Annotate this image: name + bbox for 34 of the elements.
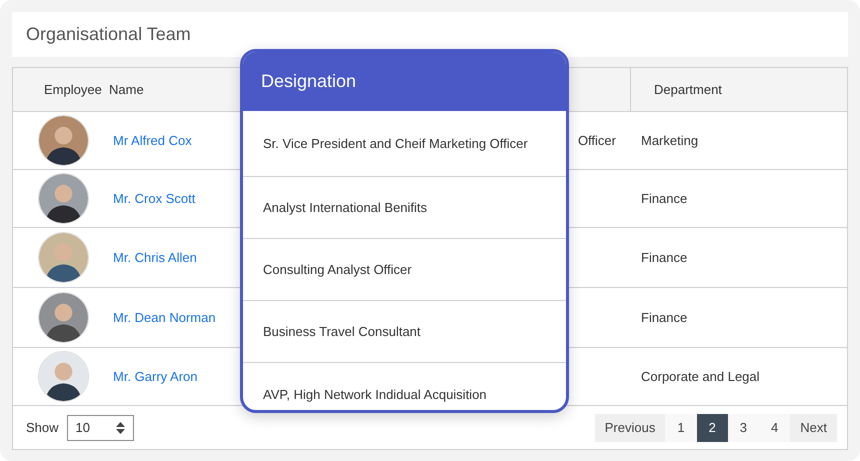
employee-name-link[interactable]: Mr. Garry Aron xyxy=(113,369,198,384)
avatar-icon xyxy=(38,292,89,343)
avatar-icon xyxy=(38,351,89,402)
previous-button[interactable]: Previous xyxy=(594,414,666,442)
avatar-icon xyxy=(38,173,89,224)
employee-name-link[interactable]: Mr. Dean Norman xyxy=(113,310,216,325)
next-button[interactable]: Next xyxy=(790,414,837,442)
designation-text: AVP, High Network Indidual Acquisition xyxy=(263,386,487,402)
sort-icon xyxy=(116,422,125,434)
avatar-icon xyxy=(38,232,89,283)
avatar-icon xyxy=(38,115,89,166)
employee-name-link[interactable]: Mr. Chris Allen xyxy=(113,250,197,265)
designation-text: Consulting Analyst Officer xyxy=(263,262,412,277)
page-button[interactable]: 4 xyxy=(759,414,790,442)
page-button[interactable]: 2 xyxy=(696,414,728,442)
employee-name-link[interactable]: Mr Alfred Cox xyxy=(113,133,192,148)
page-title: Organisational Team xyxy=(12,12,848,57)
designation-text: Business Travel Consultant xyxy=(263,324,421,339)
page-button[interactable]: 3 xyxy=(728,414,760,442)
page-size-select[interactable]: 10 xyxy=(66,414,134,440)
column-header: Employee Name xyxy=(43,82,145,97)
table-cell-text: Corporate and Legal xyxy=(640,369,761,384)
table-cell: Officer xyxy=(578,133,616,148)
table-cell-text: Marketing xyxy=(640,133,700,148)
column-header: Department xyxy=(630,68,847,111)
table-cell-text: Finance xyxy=(640,250,688,265)
page-button[interactable]: 1 xyxy=(665,414,697,442)
employee-name-link[interactable]: Mr. Crox Scott xyxy=(113,191,196,206)
show-label: Show xyxy=(26,420,59,435)
designation-text: Sr. Vice President and Cheif Marketing Officer xyxy=(263,136,528,151)
table-cell-text: Finance xyxy=(640,191,688,206)
designation-text: Analyst International Benifits xyxy=(263,200,428,215)
table-cell-text: Finance xyxy=(640,310,688,325)
popup-title: Designation xyxy=(243,52,566,111)
